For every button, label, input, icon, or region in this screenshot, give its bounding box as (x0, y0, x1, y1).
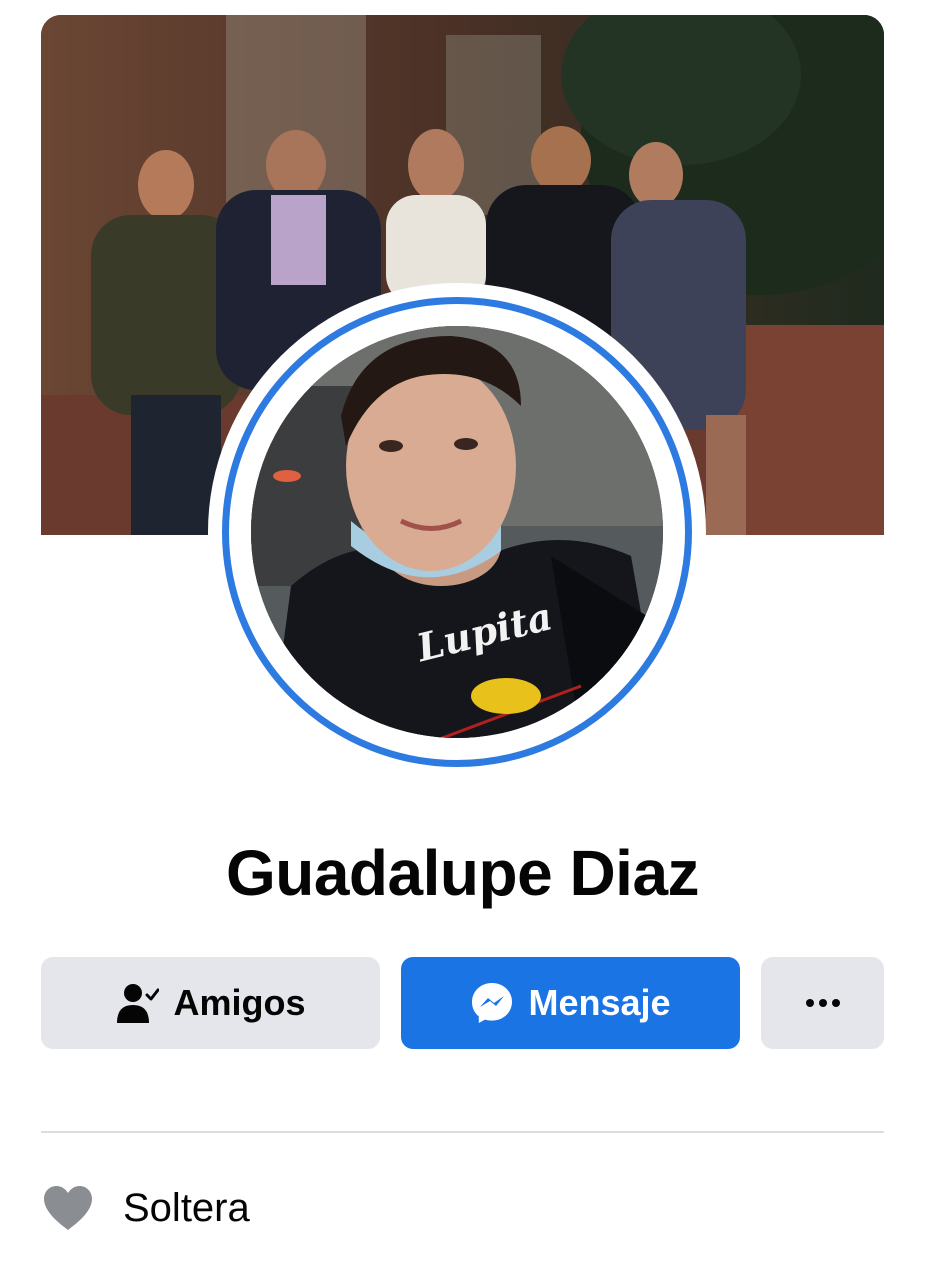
more-options-button[interactable] (761, 957, 884, 1049)
friends-button-label: Amigos (173, 982, 306, 1023)
heart-icon (41, 1183, 95, 1233)
profile-picture[interactable]: Lupita (208, 283, 706, 781)
profile-name: Guadalupe Diaz (225, 837, 700, 909)
section-divider (41, 1131, 884, 1133)
avatar: Lupita (251, 326, 663, 738)
friends-check-icon (115, 981, 160, 1025)
avatar-image: Lupita (251, 326, 663, 738)
relationship-label: Soltera (123, 1185, 250, 1230)
message-button[interactable]: Mensaje (401, 957, 740, 1049)
messenger-icon (470, 981, 514, 1025)
relationship-status: Soltera (41, 1180, 250, 1236)
more-dots-icon (805, 998, 841, 1008)
friends-button[interactable]: Amigos (41, 957, 380, 1049)
message-button-label: Mensaje (528, 982, 671, 1023)
